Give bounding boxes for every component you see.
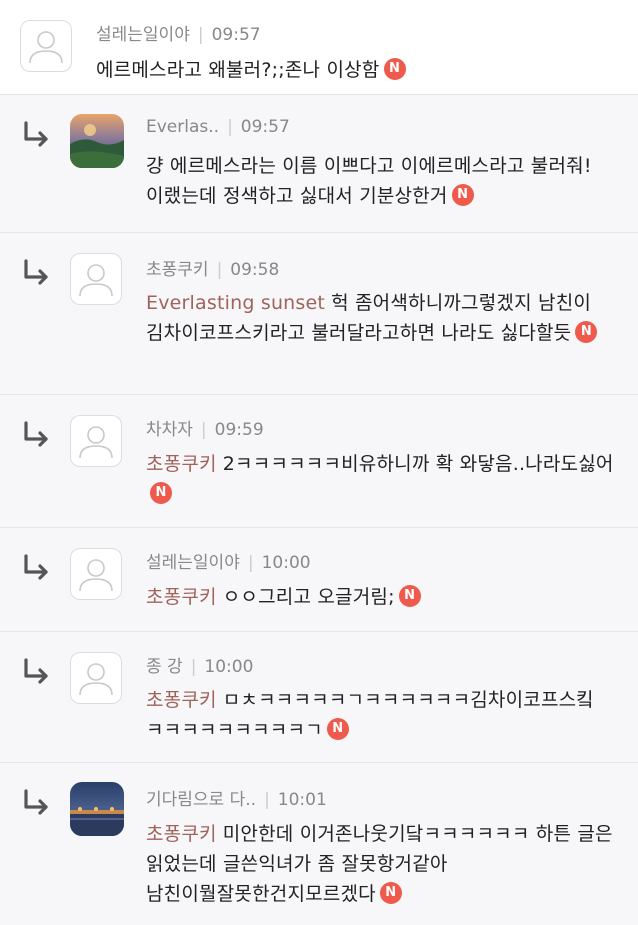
default-avatar-icon[interactable] (70, 548, 122, 600)
reply-item: 종 강 | 10:00 초퐁쿠키 ㅁㅊㅋㅋㅋㅋㅋㄱㅋㅋㅋㅋㅋㅋ김차이코프스킼ㅋㅋㅋㅋㅋ… (0, 632, 638, 763)
comment-body: 초퐁쿠키 ㅇㅇ그리고 오글거림; N (146, 582, 616, 612)
comment-body: 에르메스라고 왜불러?;;존나 이상함 N (96, 55, 566, 85)
comment-time: 09:58 (230, 260, 280, 280)
mention-link[interactable]: 초퐁쿠키 (146, 453, 217, 475)
new-badge: N (398, 584, 421, 607)
comment-time: 09:57 (211, 25, 261, 45)
comment-meta: 종 강 | 10:00 (146, 657, 254, 677)
comment-body: 초퐁쿠키 2ㅋㅋㅋㅋㅋㅋ비유하니까 확 와닿음..나라도싫어 N (146, 449, 616, 509)
comment-time: 10:00 (261, 553, 311, 573)
comment-meta: 설레는일이야 | 09:57 (96, 25, 261, 45)
default-avatar-icon[interactable] (70, 652, 122, 704)
mention-link[interactable]: Everlasting sunset (146, 292, 325, 314)
comment-thread: 설레는일이야 | 09:57 에르메스라고 왜불러?;;존나 이상함 N Everla… (0, 0, 638, 925)
reply-item: 기다림으로 다.. | 10:01 초퐁쿠키 미안한데 이거존나웃기닼ㅋㅋㅋㅋㅋㅋ 하… (0, 763, 638, 925)
comment-time: 10:01 (277, 790, 327, 810)
comment-text: 걍 에르메스라는 이름 이쁘다고 이에르메스라고 불러줘! 이랬는데 정색하고 … (146, 155, 592, 207)
new-badge: N (451, 183, 474, 206)
new-badge: N (383, 57, 406, 80)
default-avatar-icon[interactable] (70, 415, 122, 467)
comment-text: 에르메스라고 왜불러?;;존나 이상함 (96, 59, 380, 81)
reply-arrow-icon (24, 554, 48, 580)
reply-item: 초퐁쿠키 | 09:58 Everlasting sunset 헉 좀어색하니까그렇겠… (0, 233, 638, 395)
reply-arrow-icon (24, 789, 48, 815)
comment-meta: 초퐁쿠키 | 09:58 (146, 260, 280, 280)
comment-meta: Everlas.. | 09:57 (146, 117, 290, 137)
comment-item: 설레는일이야 | 09:57 에르메스라고 왜불러?;;존나 이상함 N (0, 0, 638, 95)
default-avatar-icon[interactable] (20, 20, 72, 72)
mention-link[interactable]: 초퐁쿠키 (146, 689, 217, 711)
author-name[interactable]: 차차자 (146, 420, 193, 440)
author-name[interactable]: 초퐁쿠키 (146, 260, 209, 280)
mention-link[interactable]: 초퐁쿠키 (146, 586, 217, 608)
comment-time: 09:57 (240, 117, 290, 137)
comment-text: ㅇㅇ그리고 오글거림; (222, 586, 395, 608)
default-avatar-icon[interactable] (70, 253, 122, 305)
comment-body: 초퐁쿠키 ㅁㅊㅋㅋㅋㅋㅋㄱㅋㅋㅋㅋㅋㅋ김차이코프스킼ㅋㅋㅋㅋㅋㅋㅋㅋㅋㄱ N (146, 685, 606, 745)
comment-text: 2ㅋㅋㅋㅋㅋㅋ비유하니까 확 와닿음..나라도싫어 (222, 453, 614, 475)
reply-arrow-icon (24, 421, 48, 447)
comment-time: 10:00 (204, 657, 254, 677)
new-badge: N (150, 481, 172, 504)
reply-arrow-icon (24, 658, 48, 684)
mention-link[interactable]: 초퐁쿠키 (146, 823, 217, 845)
reply-item: 차차자 | 09:59 초퐁쿠키 2ㅋㅋㅋㅋㅋㅋ비유하니까 확 와닿음..나라도싫어 N (0, 395, 638, 528)
comment-body: 초퐁쿠키 미안한데 이거존나웃기닼ㅋㅋㅋㅋㅋㅋ 하튼 글은 읽었는데 글쓴익녀가 … (146, 819, 616, 909)
comment-meta: 차차자 | 09:59 (146, 420, 264, 440)
new-badge: N (379, 881, 402, 904)
comment-time: 09:59 (214, 420, 264, 440)
author-name[interactable]: 설레는일이야 (96, 25, 190, 45)
comment-meta: 기다림으로 다.. | 10:01 (146, 790, 327, 810)
reply-item: Everlas.. | 09:57 걍 에르메스라는 이름 이쁘다고 이에르메스라고… (0, 95, 638, 233)
new-badge: N (326, 717, 349, 740)
sunset-landscape-avatar[interactable] (70, 114, 124, 168)
comment-body: 걍 에르메스라는 이름 이쁘다고 이에르메스라고 불러줘! 이랬는데 정색하고 … (146, 151, 616, 211)
author-name[interactable]: 종 강 (146, 657, 183, 677)
author-name[interactable]: Everlas.. (146, 117, 219, 137)
comment-meta: 설레는일이야 | 10:00 (146, 553, 311, 573)
author-name[interactable]: 설레는일이야 (146, 553, 240, 573)
new-badge: N (575, 320, 598, 343)
reply-arrow-icon (24, 121, 48, 147)
reply-arrow-icon (24, 259, 48, 285)
reply-item: 설레는일이야 | 10:00 초퐁쿠키 ㅇㅇ그리고 오글거림; N (0, 528, 638, 632)
night-bridge-avatar[interactable] (70, 782, 124, 836)
comment-body: Everlasting sunset 헉 좀어색하니까그렇겠지 남친이 김차이코프… (146, 288, 616, 348)
author-name[interactable]: 기다림으로 다.. (146, 790, 256, 810)
